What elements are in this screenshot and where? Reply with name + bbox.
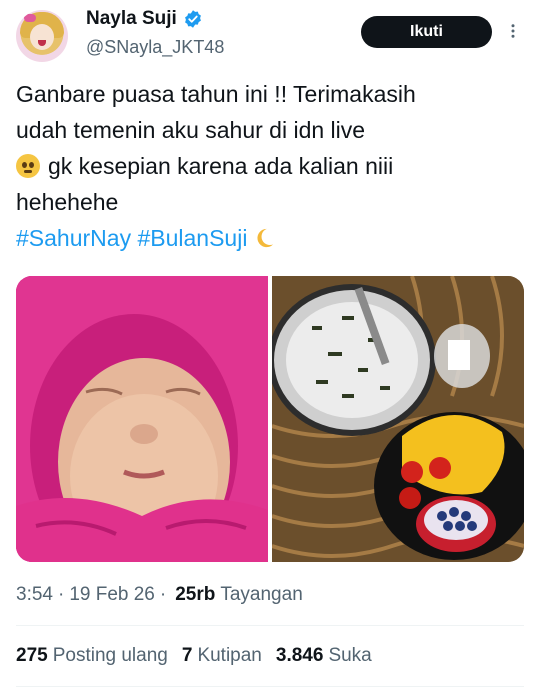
author-display-name[interactable]: Nayla Suji: [86, 8, 177, 30]
tweet-line-2: udah temenin aku sahur di idn live: [16, 117, 366, 143]
tweet-line-3-text: gk kesepian karena ada kalian niii: [48, 153, 394, 179]
likes-count: 3.846: [275, 645, 324, 666]
tweet-time[interactable]: 3:54: [16, 584, 53, 606]
tweet-text: Ganbare puasa tahun ini !! Terimakasih u…: [16, 76, 526, 256]
likes-label: Suka: [328, 645, 372, 666]
divider: [16, 686, 524, 687]
tweet-date[interactable]: 19 Feb 26: [69, 584, 155, 606]
reposts-stat[interactable]: 275 Posting ulang: [16, 645, 168, 667]
quotes-label: Kutipan: [197, 645, 262, 666]
separator-dot: ·: [159, 584, 167, 605]
views-count: 25rb: [175, 584, 216, 605]
tweet-line-4: hehehehe: [16, 189, 119, 215]
tweet-timestamp-row: 3:54 · 19 Feb 26 · 25rb Tayangan: [16, 584, 303, 606]
follow-button[interactable]: Ikuti: [361, 16, 492, 48]
engagement-stats: 275 Posting ulang 7 Kutipan 3.846 Suka: [16, 645, 386, 667]
crescent-moon-icon: [257, 228, 274, 248]
hashtag-bulansuji[interactable]: #BulanSuji: [137, 225, 247, 251]
views-label: Tayangan: [220, 584, 303, 605]
tweet-header: Nayla Suji @SNayla_JKT48 Ikuti: [0, 0, 540, 70]
media-grid: [16, 276, 524, 562]
author-handle[interactable]: @SNayla_JKT48: [86, 37, 224, 58]
avatar[interactable]: [16, 10, 68, 62]
tweet-line-3: gk kesepian karena ada kalian niii: [16, 148, 526, 184]
food-photo-image: [272, 276, 524, 562]
baby-photo-image: [16, 276, 268, 562]
reposts-count: 275: [16, 645, 48, 666]
photo-baby[interactable]: [16, 276, 268, 562]
photo-food[interactable]: [272, 276, 524, 562]
more-options-icon[interactable]: [504, 22, 522, 40]
pleading-face-icon: [16, 154, 40, 178]
reposts-label: Posting ulang: [52, 645, 168, 666]
quotes-count: 7: [181, 645, 193, 666]
divider: [16, 625, 524, 626]
quotes-stat[interactable]: 7 Kutipan: [182, 645, 262, 667]
tweet-line-1: Ganbare puasa tahun ini !! Terimakasih: [16, 81, 416, 107]
hashtag-line: #SahurNay #BulanSuji: [16, 220, 526, 256]
author-name-row: Nayla Suji: [86, 8, 203, 30]
separator-dot: ·: [57, 584, 65, 605]
hashtag-sahurnay[interactable]: #SahurNay: [16, 225, 131, 251]
verified-badge-icon: [184, 10, 201, 28]
likes-stat[interactable]: 3.846 Suka: [276, 645, 372, 667]
